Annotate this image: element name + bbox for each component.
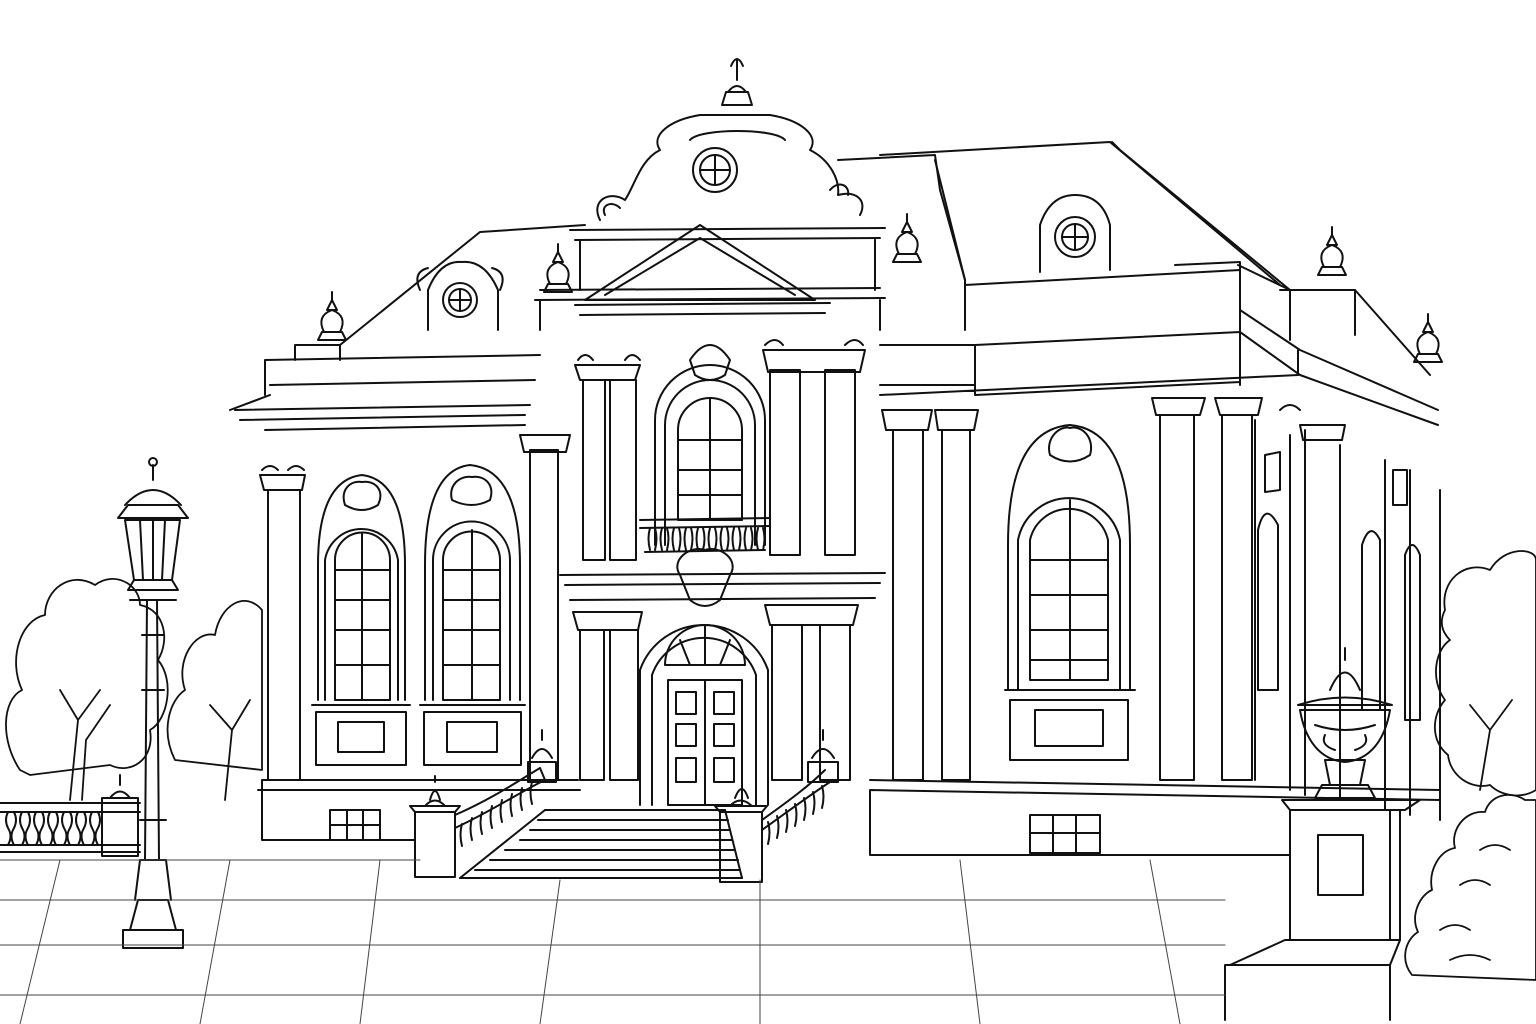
left-cornice [230, 355, 540, 430]
baluster [481, 812, 483, 834]
baluster [34, 812, 44, 845]
baluster [786, 810, 788, 832]
upper-arched-window [655, 345, 765, 545]
capital [763, 340, 865, 372]
baluster [48, 812, 58, 845]
entry-cartouche [677, 549, 732, 606]
paving-seam [200, 860, 230, 1024]
baluster [62, 812, 72, 845]
pedestal [1225, 940, 1400, 1020]
keystone-cartouche [690, 345, 730, 380]
right-cornice [880, 270, 1298, 395]
baluster [795, 804, 797, 826]
tree-trunk [210, 700, 250, 800]
side-elevation [1255, 405, 1440, 820]
street-lamp [118, 458, 188, 948]
coloring-page-illustration [0, 0, 1536, 1024]
urn-finial-icon [893, 214, 921, 262]
garden-balustrade [0, 775, 140, 856]
paving-seam [360, 860, 380, 1024]
tree-trunk [60, 690, 110, 800]
baluster [20, 812, 30, 845]
pier-urn [110, 775, 130, 798]
baluster [521, 788, 523, 810]
paving-seam [1150, 860, 1180, 1024]
paving-seam [960, 860, 980, 1024]
arched-window-right [1005, 425, 1135, 760]
tree-canopy [6, 579, 168, 775]
arched-window-left-1 [312, 475, 410, 765]
baluster [721, 528, 729, 550]
baluster [804, 798, 806, 820]
baluster [6, 812, 16, 845]
left-wing [230, 262, 580, 840]
capital [575, 355, 640, 380]
trees-left [6, 579, 262, 800]
baluster [813, 792, 815, 814]
main-door [640, 625, 768, 805]
baluster [822, 786, 824, 808]
baluster [90, 812, 100, 845]
pavilion-attic [570, 228, 885, 290]
baluster [768, 822, 770, 844]
central-crown [597, 59, 862, 220]
lamp-base [123, 860, 183, 948]
paving-seam [20, 860, 60, 1024]
baluster [745, 528, 753, 550]
tree-canopy [168, 601, 262, 770]
baluster [685, 528, 693, 550]
side-window [1258, 514, 1278, 690]
urn-finial-icon [1318, 227, 1346, 275]
lamp-post [140, 600, 166, 860]
baluster [777, 816, 779, 838]
central-pavilion [535, 225, 885, 805]
shrubs-right [1405, 795, 1536, 980]
window-crest [1049, 428, 1091, 462]
window-crest [344, 482, 381, 510]
urn-finial-icon [318, 292, 346, 340]
side-window [1362, 531, 1380, 710]
baluster [697, 528, 705, 550]
baluster [531, 782, 533, 804]
baluster [76, 812, 86, 845]
baluster [491, 806, 493, 828]
right-wing-base [870, 780, 1440, 855]
baluster [757, 528, 765, 550]
mansard-roof [340, 142, 1290, 345]
right-wing [870, 195, 1440, 855]
window-crest [451, 477, 491, 505]
baluster [511, 794, 513, 816]
baluster [461, 824, 463, 846]
baluster [673, 528, 681, 550]
balustrade-pier [102, 798, 138, 856]
urn-finial-icon [544, 244, 572, 292]
paving-seam [540, 880, 560, 1024]
urn [1298, 648, 1392, 798]
baluster [709, 528, 717, 550]
balcony [640, 518, 770, 552]
tree-trunk [1470, 700, 1512, 790]
finial [722, 59, 752, 105]
arched-window-left-2 [420, 465, 525, 765]
dormer-right [1040, 195, 1110, 272]
baluster [733, 528, 741, 550]
side-window [1405, 545, 1420, 720]
baluster [501, 800, 503, 822]
trees-right [1435, 551, 1536, 795]
baluster [471, 818, 473, 840]
urn-finial-icon [1414, 314, 1442, 362]
